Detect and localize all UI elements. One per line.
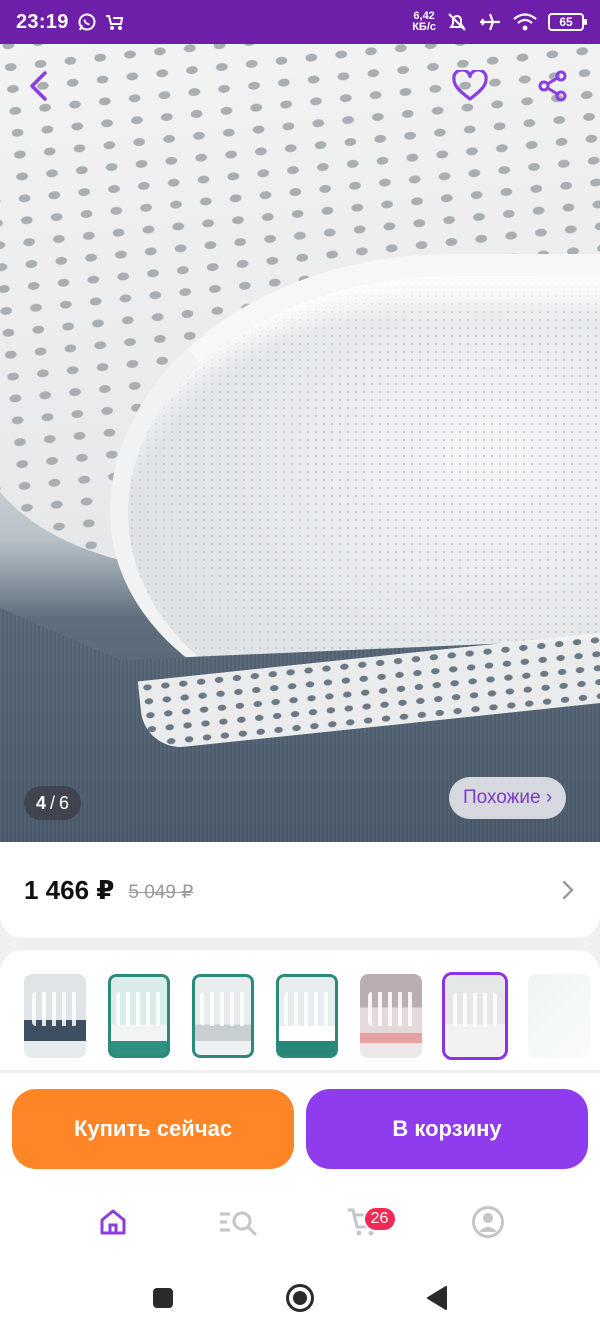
current-price: 1 466 ₽ bbox=[24, 874, 115, 905]
battery-icon: 65 bbox=[548, 13, 587, 31]
product-image[interactable] bbox=[0, 44, 600, 842]
similar-products-button[interactable]: Похожие › bbox=[449, 777, 567, 819]
favorite-button[interactable] bbox=[446, 62, 494, 110]
variant-thumbnail[interactable] bbox=[190, 972, 256, 1060]
nav-cart[interactable]: 26 bbox=[333, 1192, 397, 1252]
image-current: 4 bbox=[36, 792, 47, 813]
system-navigation bbox=[0, 1262, 600, 1333]
nav-catalog[interactable] bbox=[208, 1192, 268, 1252]
profile-icon bbox=[471, 1206, 504, 1238]
old-price: 5 049 ₽ bbox=[128, 881, 194, 903]
variant-thumbnail[interactable] bbox=[358, 972, 424, 1060]
variant-thumbnails bbox=[0, 950, 600, 1070]
price-row[interactable]: 1 466 ₽ 5 049 ₽ bbox=[0, 842, 600, 938]
chevron-right-icon bbox=[562, 880, 574, 900]
variant-thumbnail[interactable] bbox=[274, 972, 340, 1060]
airplane-icon bbox=[480, 13, 500, 31]
action-bar: Купить сейчас В корзину bbox=[0, 1072, 600, 1182]
add-to-cart-button[interactable]: В корзину bbox=[306, 1089, 588, 1169]
speed-unit: КБ/с bbox=[412, 21, 436, 33]
share-button[interactable] bbox=[529, 62, 577, 110]
image-total: 6 bbox=[59, 792, 70, 813]
home-icon bbox=[100, 1209, 125, 1235]
nav-profile[interactable] bbox=[458, 1192, 518, 1252]
image-separator: / bbox=[50, 792, 56, 813]
whatsapp-icon bbox=[78, 13, 96, 31]
status-bar: 23:19 6,42 КБ/с 65 bbox=[0, 0, 600, 44]
network-speed: 6,42 КБ/с bbox=[412, 11, 436, 33]
stroller-icon bbox=[105, 15, 123, 30]
buy-now-button[interactable]: Купить сейчас bbox=[12, 1089, 294, 1169]
variant-thumbnail-selected[interactable] bbox=[442, 972, 508, 1060]
back-arrow-icon bbox=[30, 71, 47, 101]
product-page: 23:19 6,42 КБ/с 65 4 / 6 Похожие › 1 466… bbox=[0, 0, 600, 1333]
nav-home[interactable] bbox=[83, 1192, 143, 1252]
catalog-search-icon bbox=[219, 1211, 256, 1236]
variant-thumbnail[interactable] bbox=[526, 972, 592, 1060]
back-button[interactable] bbox=[16, 62, 64, 110]
back-triangle-icon[interactable] bbox=[425, 1285, 449, 1311]
status-time: 23:19 bbox=[16, 10, 69, 33]
home-circle-icon[interactable] bbox=[285, 1283, 315, 1313]
wifi-icon bbox=[513, 13, 537, 31]
share-icon bbox=[538, 70, 567, 102]
recents-icon[interactable] bbox=[151, 1286, 175, 1310]
cart-badge: 26 bbox=[362, 1206, 397, 1232]
heart-icon bbox=[452, 70, 488, 101]
battery-level: 65 bbox=[559, 15, 573, 29]
bottom-navigation: 26 bbox=[0, 1182, 600, 1262]
variant-thumbnail[interactable] bbox=[22, 972, 88, 1060]
bell-off-icon bbox=[448, 13, 466, 31]
variant-thumbnail[interactable] bbox=[106, 972, 172, 1060]
image-counter: 4 / 6 bbox=[24, 786, 82, 820]
